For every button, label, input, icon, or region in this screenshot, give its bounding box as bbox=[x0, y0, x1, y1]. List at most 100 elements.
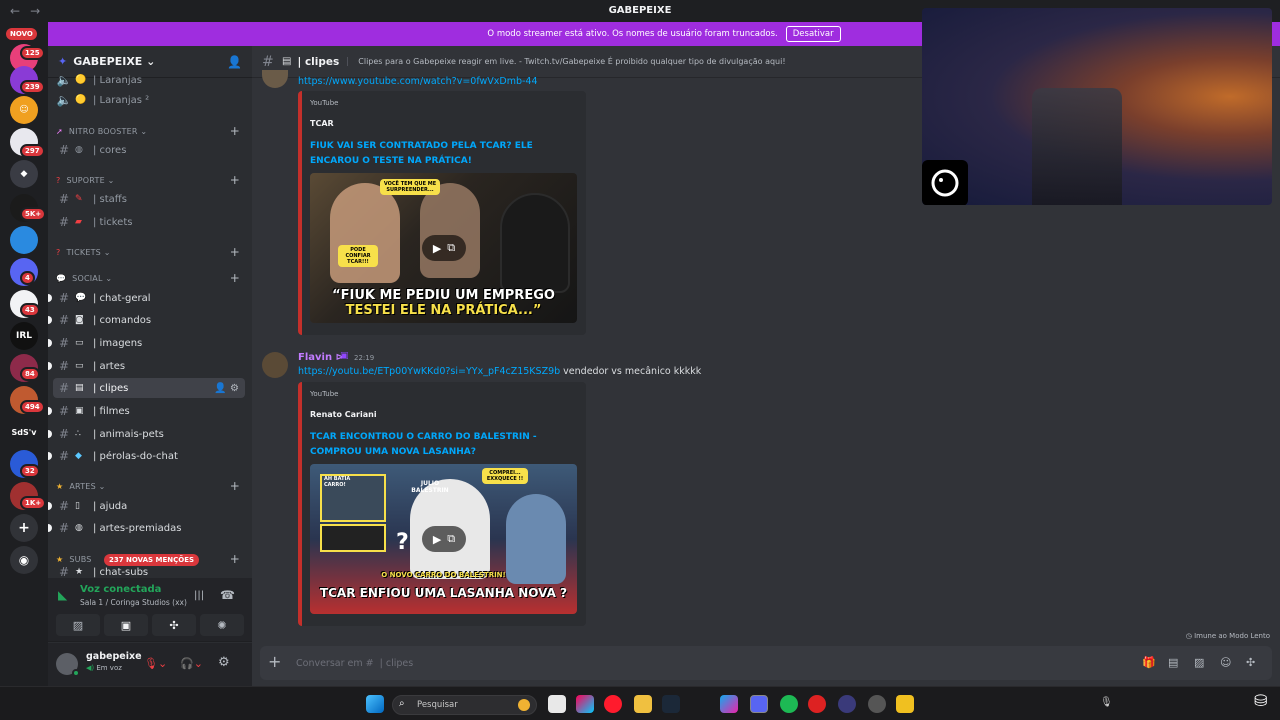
windows-start-icon[interactable] bbox=[366, 695, 384, 713]
orange-emoji-icon: 🟡 bbox=[75, 95, 87, 105]
screen-share-button[interactable]: ▣ bbox=[104, 614, 148, 636]
category-social[interactable]: 💬 SOCIAL ⌄ + bbox=[56, 271, 246, 285]
channel-artes-premiadas[interactable]: # ◍ | artes-premiadas bbox=[48, 518, 245, 538]
channel-settings-icon[interactable]: 👤 ⚙ bbox=[214, 383, 239, 394]
server-sdsv[interactable]: SdS'v bbox=[9, 418, 39, 446]
embed-title[interactable]: TCAR ENCONTROU O CARRO DO BALESTRIN - CO… bbox=[310, 430, 550, 460]
channel-perolas-do-chat[interactable]: # ◆ | pérolas-do-chat bbox=[48, 446, 245, 466]
channel-topic[interactable]: Clipes para o Gabepeixe reagir em live. … bbox=[347, 57, 786, 66]
message-link[interactable]: https://www.youtube.com/watch?v=0fwVxDmb… bbox=[298, 76, 538, 87]
add-channel-icon[interactable]: + bbox=[230, 552, 240, 566]
explore-icon[interactable]: ◉ bbox=[10, 546, 38, 574]
video-thumbnail[interactable]: COMPREI... EXXQUECE !! JULIO BALESTRIN A… bbox=[310, 464, 577, 614]
voice-status[interactable]: Voz conectada bbox=[80, 584, 161, 595]
message-link[interactable]: https://youtu.be/ETp00YwKKd0?si=YYx_pF4c… bbox=[298, 366, 560, 377]
microphone-icon[interactable]: 🎙 bbox=[1100, 697, 1113, 708]
app-x-icon[interactable] bbox=[720, 695, 738, 713]
channel-animais-pets[interactable]: # ∴ | animais-pets bbox=[48, 424, 245, 444]
deafen-icon[interactable]: 🎧⌄ bbox=[180, 657, 203, 670]
channel-staffs[interactable]: # ✎ | staffs bbox=[53, 189, 245, 209]
user-settings-gear-icon[interactable]: ⚙ bbox=[218, 655, 230, 670]
webcam-chair bbox=[1032, 88, 1122, 205]
apps-icon[interactable]: ✣ bbox=[1246, 656, 1255, 669]
steam-icon[interactable] bbox=[662, 695, 680, 713]
online-status-dot bbox=[72, 669, 80, 677]
disable-streamer-mode-button[interactable]: Desativar bbox=[785, 26, 841, 42]
emoji-icon[interactable]: ☺ bbox=[1220, 656, 1231, 669]
play-button[interactable]: ▶ ⧉ bbox=[422, 526, 466, 552]
channel-cores[interactable]: # ◍ | cores bbox=[53, 140, 245, 160]
channel-ajuda[interactable]: # ▯ | ajuda bbox=[48, 496, 245, 516]
discord-icon[interactable] bbox=[750, 695, 768, 713]
add-server-icon[interactable]: + bbox=[10, 514, 38, 542]
add-channel-icon[interactable]: + bbox=[230, 173, 240, 187]
play-button[interactable]: ▶ ⧉ bbox=[422, 235, 466, 261]
channel-filmes[interactable]: # ▣ | filmes bbox=[48, 401, 245, 421]
obs-icon[interactable] bbox=[868, 695, 886, 713]
gift-icon[interactable]: 🎁 bbox=[1142, 656, 1156, 669]
category-artes[interactable]: ★ ARTES ⌄ + bbox=[56, 479, 246, 493]
author-avatar[interactable] bbox=[262, 352, 288, 378]
taskbar-search[interactable]: ⌕ Pesquisar bbox=[392, 695, 537, 715]
task-view-icon[interactable] bbox=[548, 695, 566, 713]
noise-suppression-icon[interactable]: ||| bbox=[194, 590, 204, 601]
clock-icon: ◷ bbox=[1185, 632, 1195, 640]
opera-icon[interactable] bbox=[604, 695, 622, 713]
channel-imagens[interactable]: # ▭ | imagens bbox=[48, 333, 245, 353]
server-irl[interactable]: IRL bbox=[10, 322, 38, 350]
add-attachment-icon[interactable]: + bbox=[268, 652, 281, 671]
tray-app-icon[interactable]: ⛁ bbox=[1254, 691, 1267, 710]
disconnect-icon[interactable]: ☎ bbox=[220, 588, 235, 602]
star-icon: ★ bbox=[75, 567, 84, 577]
spotify-icon[interactable] bbox=[780, 695, 798, 713]
thumb-caption: TCAR ENFIOU UMA LASANHA NOVA ? bbox=[319, 586, 568, 600]
channel-chat-geral[interactable]: # 💬 | chat-geral bbox=[48, 288, 245, 308]
play-icon: ▶ bbox=[432, 532, 442, 546]
add-channel-icon[interactable]: + bbox=[230, 271, 240, 285]
channel-artes[interactable]: # ▭ | artes bbox=[48, 356, 245, 376]
invite-people-icon[interactable]: 👤 bbox=[227, 55, 242, 69]
message-input[interactable] bbox=[296, 654, 896, 672]
server-icon[interactable] bbox=[10, 226, 38, 254]
channel-comandos[interactable]: # ◙ | comandos bbox=[48, 310, 245, 330]
channel-laranjas-2[interactable]: 🔈 🟡 | Laranjas ² bbox=[53, 90, 245, 110]
app-arrow-icon[interactable] bbox=[838, 695, 856, 713]
add-channel-icon[interactable]: + bbox=[230, 479, 240, 493]
message-author[interactable]: Flavin ⊳ bbox=[298, 352, 344, 363]
hash-icon: # bbox=[58, 566, 70, 578]
file-explorer-icon[interactable] bbox=[634, 695, 652, 713]
username[interactable]: gabepeixe bbox=[86, 651, 142, 662]
copilot-icon[interactable] bbox=[576, 695, 594, 713]
gif-icon[interactable]: ▤ bbox=[1168, 656, 1178, 669]
server-icon[interactable]: ◆ bbox=[10, 160, 38, 188]
open-external-icon: ⧉ bbox=[447, 532, 456, 545]
new-mentions-badge[interactable]: 237 NOVAS MENÇÕES bbox=[104, 554, 200, 566]
server-list: NOVO 125 239 ☺ 297 ◆ 5K+ 4 43 IRL 84 494… bbox=[0, 22, 48, 686]
embed-author[interactable]: Renato Cariani bbox=[310, 410, 377, 419]
twitch-icon: ▣ bbox=[340, 351, 349, 361]
sticker-icon[interactable]: ▨ bbox=[1194, 656, 1204, 669]
embed-author[interactable]: TCAR bbox=[310, 119, 334, 128]
smiley-server-icon[interactable]: ☺ bbox=[10, 96, 38, 124]
add-channel-icon[interactable]: + bbox=[230, 124, 240, 138]
mute-mic-icon[interactable]: 🎙⌄ bbox=[144, 657, 167, 670]
embed-provider[interactable]: YouTube bbox=[310, 390, 338, 398]
channel-clipes[interactable]: # ▤ | clipes 👤 ⚙ bbox=[53, 378, 245, 398]
rockstar-icon[interactable] bbox=[896, 695, 914, 713]
video-thumbnail[interactable]: VOCÊ TEM QUE ME SURPREENDER... PODE CONF… bbox=[310, 173, 577, 323]
camera-button[interactable]: ▨ bbox=[56, 614, 100, 636]
channel-chat-subs[interactable]: # ★ | chat-subs bbox=[53, 566, 245, 578]
soundboard-button[interactable]: ✺ bbox=[200, 614, 244, 636]
embed-provider[interactable]: YouTube bbox=[310, 99, 338, 107]
channel-tickets[interactable]: # ▰ | tickets bbox=[53, 212, 245, 232]
category-tickets[interactable]: ? TICKETS ⌄ + bbox=[56, 245, 246, 259]
category-nitro-booster[interactable]: ➚ NITRO BOOSTER ⌄ + bbox=[56, 124, 246, 138]
app-red-icon[interactable] bbox=[808, 695, 826, 713]
activities-button[interactable]: ✣ bbox=[152, 614, 196, 636]
channel-laranjas[interactable]: 🔈 🟡 | Laranjas bbox=[53, 70, 245, 90]
voice-room-name[interactable]: Sala 1 / Coringa Studios (xx) bbox=[80, 598, 187, 607]
category-suporte[interactable]: ? SUPORTE ⌄ + bbox=[56, 173, 246, 187]
author-avatar[interactable] bbox=[262, 70, 288, 88]
add-channel-icon[interactable]: + bbox=[230, 245, 240, 259]
embed-title[interactable]: FIUK VAI SER CONTRATADO PELA TCAR? ELE E… bbox=[310, 139, 550, 169]
